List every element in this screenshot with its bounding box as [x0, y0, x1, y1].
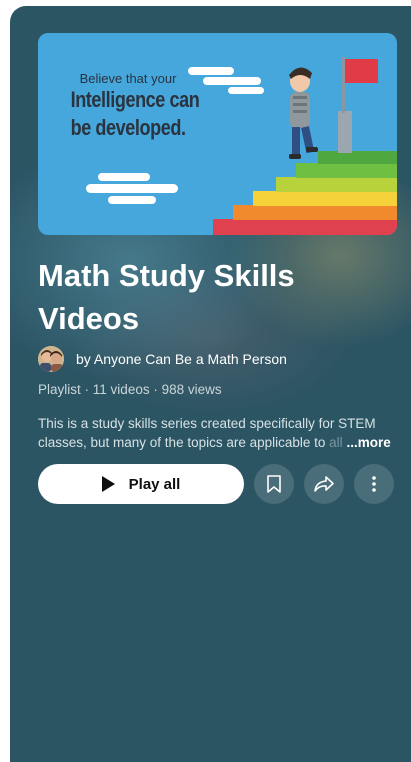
thumbnail-caption-line3: be developed.	[70, 115, 186, 140]
video-count: 11 videos	[92, 382, 150, 397]
meta-separator: ·	[84, 382, 90, 397]
flag-icon	[338, 57, 378, 153]
playlist-thumbnail[interactable]: Believe that your Intelligence can be de…	[38, 33, 397, 235]
description-fade-text: all	[325, 435, 343, 450]
bookmark-icon	[267, 475, 281, 493]
channel-avatar[interactable]	[38, 346, 64, 372]
more-link[interactable]: ...more	[346, 435, 390, 450]
share-arrow-icon	[314, 476, 334, 492]
playlist-title: Math Study Skills Videos	[38, 258, 295, 336]
play-all-button[interactable]: Play all	[38, 464, 244, 504]
author-row[interactable]: by Anyone Can Be a Math Person	[38, 346, 287, 372]
playlist-type-label: Playlist	[38, 382, 81, 397]
playlist-header-panel: Believe that your Intelligence can be de…	[10, 6, 411, 762]
person-illustration	[289, 67, 318, 159]
view-count: 988 views	[161, 382, 222, 397]
description-line1: This is a study skills series created sp…	[38, 416, 376, 431]
channel-name-link[interactable]: by Anyone Can Be a Math Person	[76, 351, 287, 367]
meta-separator: ·	[153, 382, 158, 397]
playlist-meta: Playlist · 11 videos · 988 views	[38, 382, 222, 397]
more-actions-button[interactable]	[354, 464, 394, 504]
thumbnail-caption: Believe that your Intelligence can be de…	[58, 71, 200, 142]
save-playlist-button[interactable]	[254, 464, 294, 504]
thumbnail-caption-line1: Believe that your	[79, 71, 177, 86]
staircase	[213, 151, 397, 235]
more-vertical-icon	[372, 476, 376, 492]
play-icon	[101, 476, 115, 492]
avatar-image	[38, 346, 64, 372]
thumbnail-caption-line2: Intelligence can	[70, 87, 200, 112]
playlist-description[interactable]: This is a study skills series created sp…	[38, 414, 400, 452]
share-button[interactable]	[304, 464, 344, 504]
description-line2: classes, but many of the topics are appl…	[38, 433, 400, 452]
play-all-label: Play all	[128, 475, 181, 493]
description-line2-text: classes, but many of the topics are appl…	[38, 435, 326, 450]
